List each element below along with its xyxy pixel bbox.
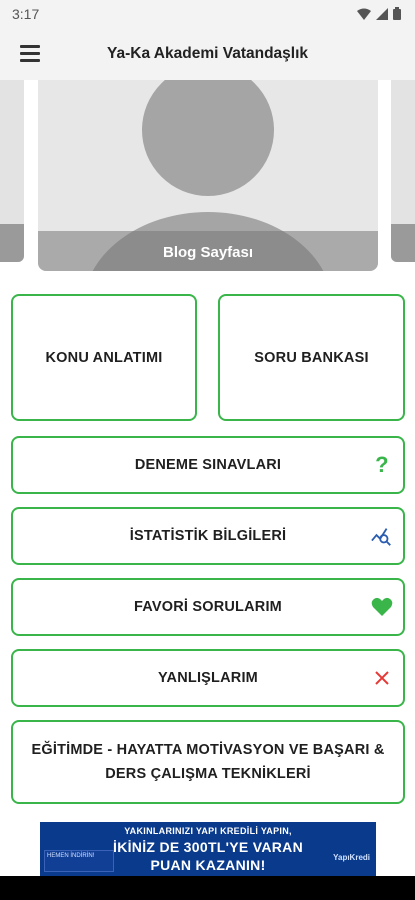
system-navigation-bar — [0, 876, 415, 900]
battery-icon — [393, 7, 401, 20]
egitimde-motivasyon-button[interactable]: EĞİTİMDE - HAYATTA MOTİVASYON VE BAŞARI … — [11, 720, 405, 804]
heart-icon — [371, 596, 393, 618]
soru-bankasi-button[interactable]: SORU BANKASI — [218, 294, 405, 421]
signal-icon — [376, 7, 388, 20]
close-x-icon — [371, 667, 393, 689]
status-time: 3:17 — [12, 6, 40, 22]
wifi-icon — [357, 8, 371, 20]
konu-anlatimi-label: KONU ANLATIMI — [45, 349, 163, 366]
yanlislarim-button[interactable]: YANLIŞLARIM — [11, 649, 405, 707]
carousel-prev-card[interactable] — [0, 80, 24, 262]
soru-bankasi-label: SORU BANKASI — [254, 349, 369, 366]
carousel-caption: Blog Sayfası — [162, 244, 254, 261]
status-icons — [357, 7, 401, 20]
ad-brand-logo: YapıKredi — [333, 853, 370, 862]
ad-download-badge: HEMEN İNDİRİN! — [44, 850, 114, 872]
yanlislarim-label: YANLIŞLARIM — [158, 670, 258, 686]
blog-carousel[interactable]: Blog Sayfası — [0, 80, 415, 275]
app-title: Ya-Ka Akademi Vatandaşlık — [106, 45, 309, 62]
favori-sorularim-button[interactable]: FAVORİ SORULARIM — [11, 578, 405, 636]
egitimde-motivasyon-label: EĞİTİMDE - HAYATTA MOTİVASYON VE BAŞARI … — [31, 742, 385, 782]
favori-sorularim-label: FAVORİ SORULARIM — [134, 599, 282, 615]
deneme-sinavlari-button[interactable]: DENEME SINAVLARI ? — [11, 436, 405, 494]
status-bar: 3:17 — [0, 0, 415, 30]
carousel-card-blog[interactable]: Blog Sayfası — [38, 80, 378, 271]
ad-banner[interactable]: YAKINLARINIZI YAPI KREDİLİ YAPIN, İKİNİZ… — [40, 822, 376, 876]
question-mark-icon: ? — [375, 452, 389, 477]
carousel-next-card[interactable] — [391, 80, 415, 262]
istatistik-bilgileri-label: İSTATİSTİK BİLGİLERİ — [129, 528, 287, 544]
ad-line1: YAKINLARINIZI YAPI KREDİLİ YAPIN, — [124, 826, 292, 836]
konu-anlatimi-button[interactable]: KONU ANLATIMI — [11, 294, 197, 421]
app-bar: Ya-Ka Akademi Vatandaşlık — [0, 30, 415, 80]
stats-search-icon — [371, 525, 393, 547]
istatistik-bilgileri-button[interactable]: İSTATİSTİK BİLGİLERİ — [11, 507, 405, 565]
deneme-sinavlari-label: DENEME SINAVLARI — [134, 457, 282, 473]
